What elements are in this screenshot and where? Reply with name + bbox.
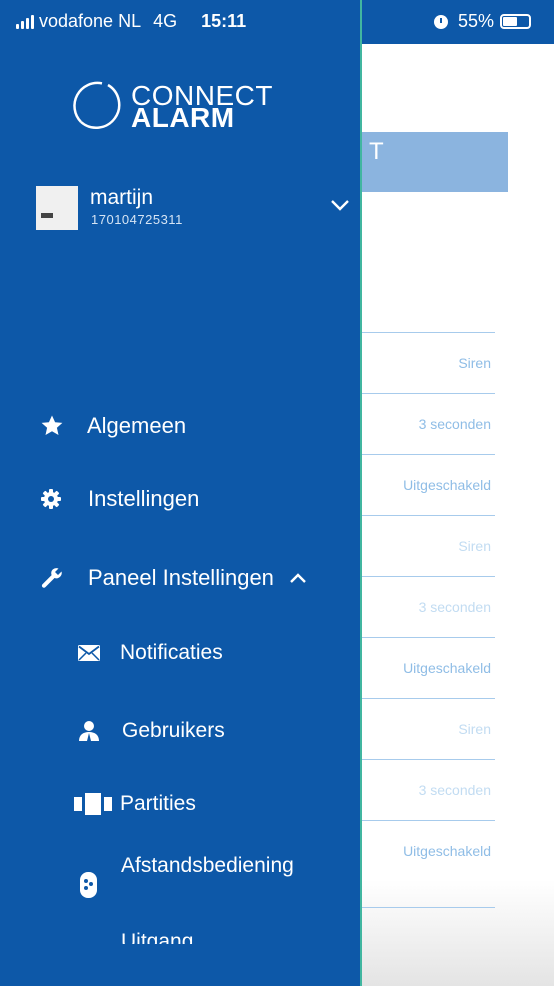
background-setting-row[interactable]: Uitgeschakeld (362, 454, 495, 514)
background-setting-row[interactable]: 3 seconden (362, 759, 495, 819)
background-setting-value: Siren (458, 721, 491, 737)
menu-item-label: Algemeen (87, 413, 187, 438)
submenu-item-gebruikers[interactable]: Gebruikers (78, 711, 225, 751)
background-setting-row[interactable]: Siren (362, 515, 495, 575)
submenu-item-notificaties[interactable]: Notificaties (78, 633, 223, 673)
submenu-item-afstandsbediening[interactable]: Afstandsbediening (80, 852, 331, 916)
background-setting-value: 3 seconden (418, 782, 491, 798)
background-setting-row[interactable]: 3 seconden (362, 576, 495, 636)
submenu-item-label: Uitgang (121, 930, 194, 944)
submenu-item-label: Notificaties (120, 641, 223, 664)
chevron-up-icon[interactable] (288, 571, 308, 585)
background-setting-row[interactable]: Siren (362, 698, 495, 758)
background-setting-value: Uitgeschakeld (403, 843, 491, 859)
remote-control-icon (80, 872, 97, 898)
menu-item-label: Paneel Instellingen (88, 565, 274, 590)
carrier-name: vodafone NL (39, 11, 142, 31)
background-setting-row[interactable]: Uitgeschakeld (362, 820, 495, 880)
envelope-icon (78, 645, 100, 661)
battery-icon (500, 14, 532, 29)
submenu-item-label: Partities (120, 792, 196, 815)
navigation-drawer: vodafone NL 4G 15:11 CONNECT ALARM marti… (0, 0, 362, 986)
status-time: 15:11 (201, 11, 247, 31)
submenu-item-label: Gebruikers (122, 719, 225, 742)
account-id: 170104725311 (91, 212, 183, 227)
partitions-icon (74, 793, 112, 815)
status-bar-left: vodafone NL 4G 15:11 (16, 11, 246, 32)
submenu-item-label: Afstandsbediening (121, 854, 294, 877)
background-setting-row[interactable]: 3 seconden (362, 393, 495, 453)
user-icon (79, 721, 99, 741)
network-type: 4G (153, 11, 178, 31)
background-row-divider (362, 907, 495, 908)
background-setting-row[interactable]: Uitgeschakeld (362, 637, 495, 697)
background-setting-value: Uitgeschakeld (403, 660, 491, 676)
background-setting-value: Siren (458, 355, 491, 371)
battery-level-fill (503, 17, 517, 26)
wrench-icon (41, 568, 62, 588)
submenu-item-partities[interactable]: Partities (74, 784, 196, 824)
menu-item-paneel-instellingen[interactable]: Paneel Instellingen (40, 558, 308, 598)
logo-text-alarm: ALARM (131, 102, 235, 133)
background-setting-value: Uitgeschakeld (403, 477, 491, 493)
menu-item-instellingen[interactable]: Instellingen (40, 479, 199, 519)
background-setting-value: Siren (458, 538, 491, 554)
background-setting-value: 3 seconden (418, 416, 491, 432)
menu-item-algemeen[interactable]: Algemeen (40, 406, 186, 446)
avatar (36, 186, 78, 230)
menu-item-label: Instellingen (88, 486, 200, 511)
background-setting-row[interactable]: Siren (362, 332, 495, 392)
logo-ring-icon (73, 81, 121, 129)
signal-icon (16, 14, 34, 29)
background-title-fragment: T (369, 138, 384, 165)
status-bar-right: 55% (434, 11, 532, 32)
chevron-down-icon[interactable] (328, 196, 352, 214)
battery-percentage: 55% (458, 11, 495, 31)
connect-alarm-logo: CONNECT ALARM (72, 80, 312, 133)
alarm-clock-icon (434, 14, 448, 29)
background-bottom-shade (362, 880, 554, 986)
star-icon (41, 415, 63, 435)
gear-icon (41, 489, 61, 509)
background-setting-value: 3 seconden (418, 599, 491, 615)
account-selector[interactable]: martijn 170104725311 (36, 186, 358, 232)
submenu-item-uitgang[interactable]: Uitgang (121, 928, 193, 944)
account-name: martijn (90, 186, 154, 209)
